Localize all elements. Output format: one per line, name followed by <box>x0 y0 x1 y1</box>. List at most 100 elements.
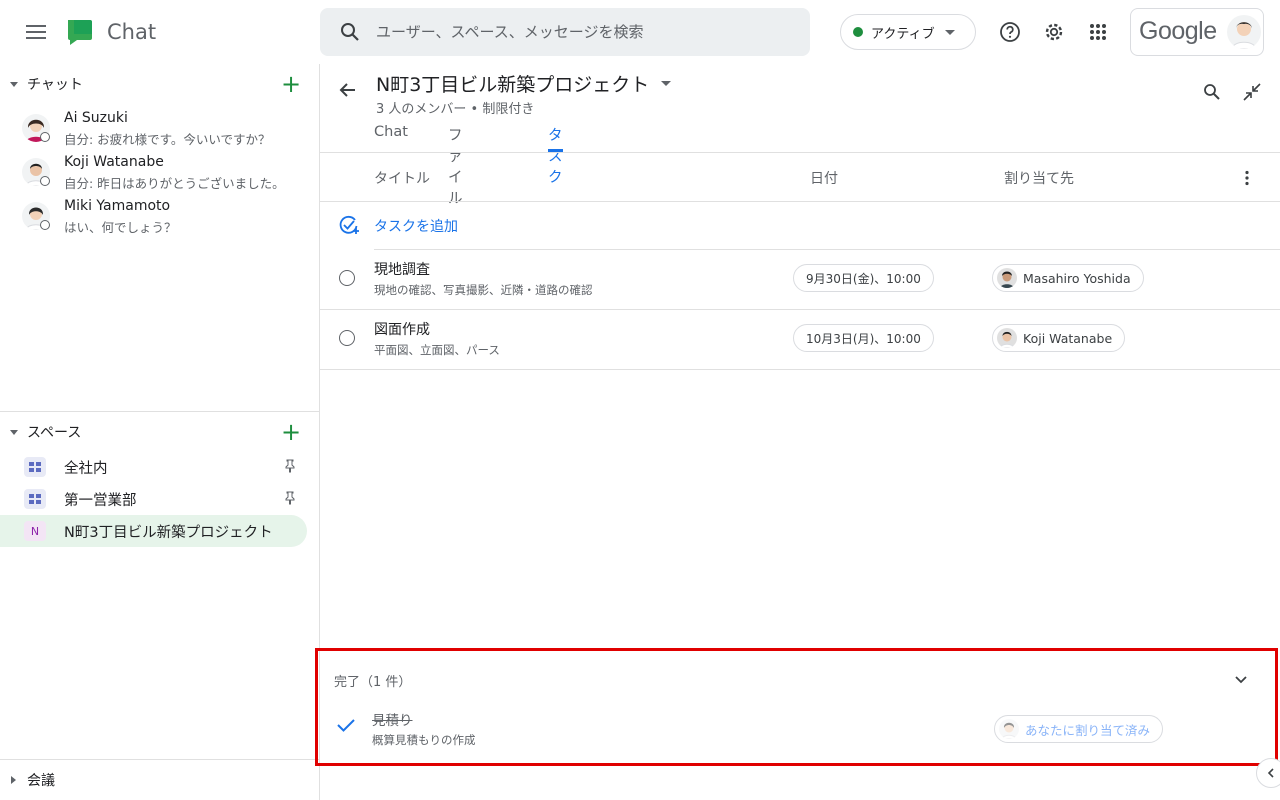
task-row[interactable]: 図面作成 平面図、立面図、パース 10月3日(月)、10:00 Koji Wat… <box>320 310 1280 370</box>
row-divider <box>320 369 1280 370</box>
space-icon <box>24 457 46 477</box>
collapse-triangle-icon[interactable] <box>10 429 18 435</box>
sidebar: チャット + Ai Suzuki 自分: お疲れ様です。今いいですか？ Koji… <box>0 64 320 800</box>
task-title: 現地調査 <box>374 262 430 278</box>
help-icon <box>1000 22 1020 42</box>
room-title[interactable]: N町3丁目ビル新築プロジェクト <box>376 70 649 97</box>
space-item-n-town-project[interactable]: N N町3丁目ビル新築プロジェクト <box>0 515 307 547</box>
chat-name: Koji Watanabe <box>64 154 164 170</box>
add-task-button[interactable]: タスクを追加 <box>338 214 458 238</box>
user-avatar <box>1227 15 1261 49</box>
tab-files[interactable]: ファイル <box>448 124 463 207</box>
top-bar: Chat アクティブ Google <box>0 0 1280 64</box>
main-panel: N町3丁目ビル新築プロジェクト 3 人のメンバー • 制限付き Chat ファイ… <box>315 64 1280 800</box>
search-bar <box>320 8 810 56</box>
help-button[interactable] <box>994 16 1026 48</box>
google-logo: Google <box>1139 17 1217 45</box>
gear-icon <box>1045 23 1063 41</box>
collapse-icon[interactable] <box>1242 82 1262 102</box>
space-icon <box>24 489 46 509</box>
tab-chat[interactable]: Chat <box>374 124 408 152</box>
task-description: 現地の確認、写真撮影、近隣・道路の確認 <box>374 283 593 297</box>
header-divider <box>320 201 1280 202</box>
meet-section-title: 会議 <box>27 773 55 789</box>
chevron-left-icon <box>1267 768 1274 778</box>
space-item-sales-dept[interactable]: 第一営業部 <box>0 483 307 515</box>
column-header-assignee: 割り当て先 <box>1004 171 1074 187</box>
side-panel-toggle[interactable] <box>1256 758 1280 788</box>
completed-task-description: 概算見積もりの作成 <box>372 733 476 747</box>
avatar <box>999 719 1019 739</box>
column-header-title: タイトル <box>374 171 430 187</box>
space-name: 第一営業部 <box>64 493 137 509</box>
chat-section-header[interactable]: チャット + <box>0 64 320 104</box>
completed-task-title[interactable]: 見積り <box>372 709 413 729</box>
tab-divider <box>320 152 1280 153</box>
search-input[interactable] <box>376 8 796 56</box>
assignee-chip[interactable]: あなたに割り当て済み <box>994 715 1164 743</box>
assignee-chip[interactable]: Masahiro Yoshida <box>992 264 1144 292</box>
pin-icon[interactable] <box>285 491 295 505</box>
task-title: 図面作成 <box>374 322 430 338</box>
chat-preview: 自分: お疲れ様です。今いいですか？ <box>64 132 271 147</box>
expand-triangle-icon[interactable] <box>11 776 16 784</box>
task-date-chip[interactable]: 9月30日(金)、10:00 <box>793 264 934 292</box>
new-space-plus-icon[interactable]: + <box>281 420 301 444</box>
meet-section-header[interactable]: 会議 <box>0 760 320 800</box>
chat-item-miki-yamamoto[interactable]: Miki Yamamoto はい、何でしょう？ <box>0 198 320 242</box>
hamburger-icon <box>26 25 46 39</box>
completed-header[interactable]: 完了（1 件） <box>334 671 411 690</box>
status-label: アクティブ <box>871 26 935 42</box>
add-task-label: タスクを追加 <box>374 219 458 235</box>
more-vert-icon[interactable] <box>1244 170 1250 186</box>
assignee-name: Masahiro Yoshida <box>1023 270 1131 286</box>
chevron-down-icon[interactable] <box>1233 671 1249 687</box>
chat-item-koji-watanabe[interactable]: Koji Watanabe 自分: 昨日はありがとうございました。 <box>0 154 320 198</box>
space-section-title: スペース <box>27 425 82 441</box>
presence-indicator <box>40 176 50 186</box>
new-chat-plus-icon[interactable]: + <box>281 72 301 96</box>
active-status-dot <box>853 27 863 37</box>
task-complete-checkbox[interactable] <box>339 330 355 346</box>
apps-button[interactable] <box>1082 16 1114 48</box>
collapse-triangle-icon[interactable] <box>10 81 18 87</box>
assignee-name: Koji Watanabe <box>1023 330 1113 346</box>
status-dropdown[interactable]: アクティブ <box>840 14 976 50</box>
space-initial-icon: N <box>24 521 46 541</box>
settings-button[interactable] <box>1038 16 1070 48</box>
chat-logo-icon[interactable] <box>66 18 94 46</box>
space-section-header[interactable]: スペース + <box>0 412 320 452</box>
app-name: Chat <box>107 20 157 44</box>
caret-down-icon <box>944 29 955 35</box>
completed-section: 完了（1 件） 見積り 概算見積もりの作成 あなたに割り当て済み <box>315 648 1278 766</box>
task-date-chip[interactable]: 10月3日(月)、10:00 <box>793 324 934 352</box>
task-row[interactable]: 現地調査 現地の確認、写真撮影、近隣・道路の確認 9月30日(金)、10:00 … <box>320 250 1280 310</box>
space-name: N町3丁目ビル新築プロジェクト <box>64 525 273 541</box>
apps-grid-icon <box>1090 24 1106 40</box>
chat-item-ai-suzuki[interactable]: Ai Suzuki 自分: お疲れ様です。今いいですか？ <box>0 110 320 154</box>
task-complete-checkbox[interactable] <box>339 270 355 286</box>
back-arrow-icon[interactable] <box>336 78 360 102</box>
presence-indicator <box>40 220 50 230</box>
search-icon[interactable] <box>338 20 362 44</box>
search-icon[interactable] <box>1202 82 1222 102</box>
column-header-date: 日付 <box>810 171 838 187</box>
avatar <box>997 328 1017 348</box>
space-item-all-company[interactable]: 全社内 <box>0 451 307 483</box>
chat-preview: はい、何でしょう？ <box>64 220 177 235</box>
avatar <box>997 268 1017 288</box>
tab-tasks[interactable]: タスク <box>548 124 563 186</box>
room-menu-caret-icon[interactable] <box>661 81 671 86</box>
assignee-name: あなたに割り当て済み <box>1025 722 1151 738</box>
assignee-chip[interactable]: Koji Watanabe <box>992 324 1126 352</box>
chat-preview: 自分: 昨日はありがとうございました。 <box>64 176 285 191</box>
checkmark-icon[interactable] <box>336 717 356 733</box>
space-name: 全社内 <box>64 461 108 477</box>
room-subtitle: 3 人のメンバー • 制限付き <box>376 102 535 117</box>
account-button[interactable]: Google <box>1130 8 1264 56</box>
main-menu-button[interactable] <box>20 16 52 48</box>
chat-section-title: チャット <box>27 77 83 93</box>
presence-indicator <box>40 132 50 142</box>
pin-icon[interactable] <box>285 459 295 473</box>
task-description: 平面図、立面図、パース <box>374 343 500 357</box>
